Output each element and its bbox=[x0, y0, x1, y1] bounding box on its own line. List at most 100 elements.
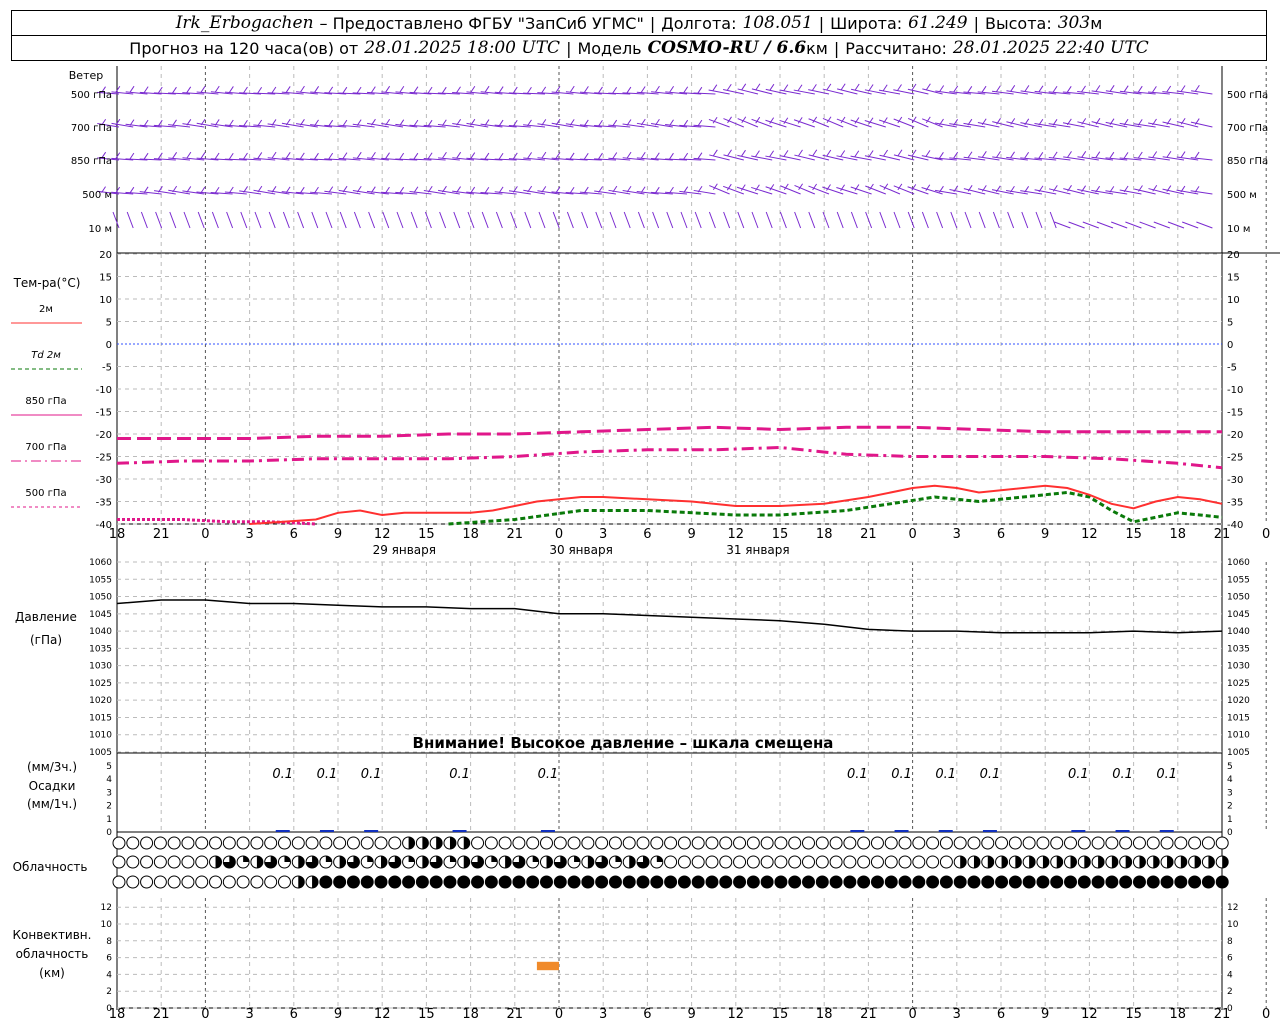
time-tick-label: 9 bbox=[334, 527, 342, 542]
wind-barb-feather bbox=[1194, 151, 1200, 159]
cloud-symbol bbox=[553, 855, 567, 869]
wind-barb-feather bbox=[697, 152, 703, 159]
cloud-symbol bbox=[995, 855, 1009, 869]
cloud-symbol bbox=[926, 855, 940, 869]
wind-barb bbox=[1035, 211, 1043, 229]
cloud-symbol bbox=[305, 855, 319, 869]
wind-barb-feather bbox=[1109, 85, 1115, 92]
time-tick-label: 21 bbox=[860, 527, 877, 542]
wind-barb-feather bbox=[257, 86, 263, 94]
time-tick-label: 3 bbox=[953, 1007, 961, 1022]
cloud-symbol bbox=[926, 875, 940, 889]
wind-barb-feather bbox=[300, 85, 305, 93]
cloud-symbol bbox=[512, 875, 526, 889]
wind-barb bbox=[1096, 221, 1114, 229]
cloud-symbol bbox=[595, 836, 609, 850]
wind-barb bbox=[666, 211, 674, 229]
cloud-symbol bbox=[967, 855, 981, 869]
precip-amount-label: 0.1 bbox=[317, 767, 338, 782]
wind-barb-feather bbox=[854, 83, 860, 91]
cloud-symbol bbox=[167, 855, 181, 869]
wind-barb-feather bbox=[1166, 85, 1172, 93]
wind-barb-feather bbox=[1038, 85, 1044, 93]
wind-barb-feather bbox=[939, 85, 945, 92]
cloud-symbol bbox=[153, 855, 167, 869]
wind-barb-feather bbox=[995, 85, 1001, 93]
conv-tick: 8 bbox=[1227, 937, 1233, 947]
wind-barb-feather bbox=[840, 150, 846, 157]
cloud-symbol bbox=[498, 836, 512, 850]
wind-barb-feather bbox=[1052, 86, 1058, 93]
time-tick-label: 18 bbox=[462, 1007, 479, 1022]
cloud-symbol bbox=[553, 836, 567, 850]
cloud-symbol bbox=[746, 875, 760, 889]
cloud-symbol bbox=[967, 875, 981, 889]
wind-barb-feather bbox=[1024, 152, 1030, 159]
wind-level-label: 10 м bbox=[1227, 224, 1250, 235]
wind-barb-feather bbox=[186, 151, 192, 159]
precip-amount-label: 0.1 bbox=[1112, 767, 1133, 782]
wind-barb-feather bbox=[727, 149, 732, 157]
wind-barb-feather bbox=[697, 119, 703, 127]
cloud-symbol bbox=[802, 855, 815, 869]
temp-label: Тем-ра(°С) bbox=[13, 276, 81, 290]
wind-barb-feather bbox=[741, 149, 746, 157]
cloud-symbol bbox=[140, 836, 154, 850]
wind-barb-feather bbox=[612, 86, 618, 94]
high-pressure-warning: Внимание! Высокое давление – шкала смеще… bbox=[413, 734, 834, 752]
cloud-symbol bbox=[222, 836, 236, 850]
cloud-symbol bbox=[498, 875, 512, 889]
time-tick-label: 21 bbox=[507, 527, 524, 542]
wind-level-label: 700 гПа bbox=[71, 123, 112, 134]
wind-barb bbox=[637, 211, 645, 229]
cloud-symbol bbox=[898, 836, 912, 850]
cloud-symbol bbox=[1174, 855, 1188, 869]
time-tick-label: 21 bbox=[507, 1007, 524, 1022]
temp-tick: 5 bbox=[1227, 318, 1233, 329]
cloud-symbol bbox=[388, 836, 402, 850]
pressure-tick: 1060 bbox=[1227, 558, 1250, 568]
wind-barb-feather bbox=[399, 85, 405, 93]
cloud-symbol bbox=[815, 875, 829, 889]
cloud-symbol bbox=[774, 875, 788, 889]
time-tick-label: 18 bbox=[816, 527, 833, 542]
wind-barb bbox=[964, 211, 972, 229]
wind-level-label: 700 гПа bbox=[1227, 123, 1268, 134]
wind-barb-feather bbox=[1038, 152, 1044, 159]
wind-barb-feather bbox=[655, 85, 660, 93]
cloud-symbol bbox=[705, 875, 719, 889]
wind-barb bbox=[140, 211, 148, 229]
wind-barb-feather bbox=[654, 152, 660, 160]
temp-legend-label: Td 2м bbox=[31, 350, 61, 361]
temp-tick: -40 bbox=[1227, 520, 1243, 531]
cloud-symbol bbox=[333, 836, 347, 850]
temp-tick: -10 bbox=[96, 385, 112, 396]
wind-barb-feather bbox=[1152, 151, 1158, 158]
cloud-symbol bbox=[595, 875, 609, 889]
wind-barb bbox=[1196, 221, 1213, 229]
temp-tick: -30 bbox=[1227, 475, 1243, 486]
pressure-tick: 1040 bbox=[1227, 627, 1250, 637]
cloud-symbol bbox=[981, 836, 995, 850]
wind-barb bbox=[581, 211, 589, 229]
wind-barb-feather bbox=[314, 152, 319, 160]
cloud-symbol bbox=[539, 836, 553, 850]
wind-barb-feather bbox=[1081, 85, 1086, 93]
cloud-symbol bbox=[760, 875, 774, 889]
cloud-symbol bbox=[512, 855, 526, 869]
cloud-symbol bbox=[953, 875, 967, 889]
cloud-symbol bbox=[402, 875, 416, 889]
cloud-symbol bbox=[719, 875, 733, 889]
time-tick-label: 18 bbox=[1170, 1007, 1187, 1022]
temp-tick: -15 bbox=[1227, 408, 1243, 419]
cloud-symbol bbox=[884, 836, 898, 850]
cloud-symbol bbox=[112, 836, 126, 850]
precip-tick: 3 bbox=[106, 788, 112, 798]
cloud-symbol bbox=[677, 855, 691, 869]
wind-barb-feather bbox=[654, 186, 660, 194]
pressure-label-1: Давление bbox=[15, 610, 77, 624]
day-label: 30 января bbox=[549, 543, 612, 557]
cloud-symbol bbox=[884, 855, 898, 869]
cloud-symbol bbox=[1174, 875, 1188, 889]
wind-barb-feather bbox=[299, 152, 305, 160]
